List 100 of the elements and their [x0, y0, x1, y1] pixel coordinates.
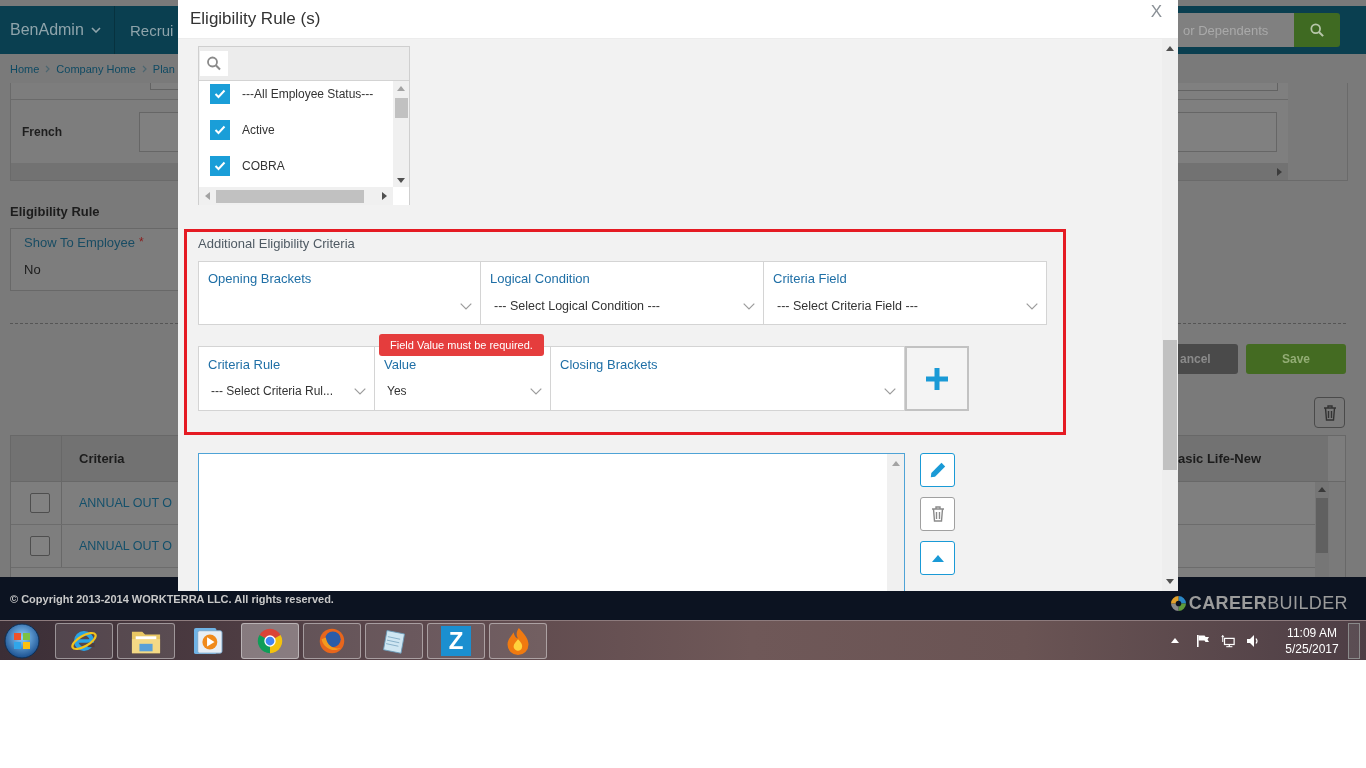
field-label: Show To Employee	[24, 235, 136, 250]
copyright-text: © Copyright 2013-2014 WORKTERRA LLC. All rights reserved.	[10, 592, 334, 605]
taskbar-button[interactable]	[365, 622, 423, 659]
start-button[interactable]	[2, 621, 42, 660]
chevron-down-icon	[460, 302, 472, 310]
delete-button[interactable]	[1314, 397, 1345, 428]
logo-text: CAREERBUILDER	[1188, 593, 1348, 614]
show-desktop-button[interactable]	[1348, 622, 1360, 659]
chevron-down-icon	[743, 302, 755, 310]
edit-button[interactable]	[920, 453, 955, 487]
checkbox[interactable]	[210, 84, 230, 104]
vertical-scrollbar[interactable]	[1315, 482, 1329, 577]
scroll-right-icon[interactable]	[382, 192, 387, 200]
section-title: Eligibility Rule	[10, 204, 101, 219]
checkbox[interactable]	[30, 536, 50, 556]
field-label: Value	[383, 356, 418, 372]
chevron-down-icon	[1026, 302, 1038, 310]
scrollbar-corner	[393, 187, 409, 205]
taskbar-button[interactable]	[241, 622, 299, 659]
required-marker: *	[139, 235, 144, 250]
field-value: No	[24, 262, 42, 277]
taskbar-button[interactable]	[117, 622, 175, 659]
breadcrumb-link[interactable]: Plan	[152, 62, 175, 75]
field-label: Criteria Rule	[207, 356, 282, 372]
fox-globe-icon	[317, 626, 347, 655]
field-label: Opening Brackets	[207, 270, 313, 286]
taskbar-button[interactable]	[489, 622, 547, 659]
dropdown-field[interactable]: --- Select Criteria Field ---	[764, 296, 1046, 316]
chevron-down-icon	[884, 387, 896, 395]
trash-icon	[929, 506, 946, 522]
breadcrumb-link[interactable]: Home	[10, 62, 40, 75]
scroll-down-icon[interactable]	[397, 178, 405, 183]
taskbar-button[interactable]: Z	[427, 622, 485, 659]
dropdown-field[interactable]: Yes	[375, 381, 550, 401]
option-label[interactable]: Active	[242, 123, 275, 137]
vertical-scrollbar[interactable]	[393, 81, 409, 187]
delete-button[interactable]	[920, 497, 955, 531]
section-title: Additional Eligibility Criteria	[198, 236, 356, 251]
text-field[interactable]	[1178, 83, 1278, 91]
close-button[interactable]: X	[1148, 2, 1164, 22]
field-label: Logical Condition	[489, 270, 591, 286]
field-label: Closing Brackets	[559, 356, 659, 372]
criteria-link[interactable]: ANNUAL OUT O	[62, 482, 173, 524]
speaker-icon[interactable]	[1246, 633, 1260, 648]
text-field[interactable]	[139, 111, 178, 152]
error-tooltip: Field Value must be required.	[379, 334, 544, 356]
checkmark-icon	[214, 89, 226, 99]
scroll-left-icon[interactable]	[205, 192, 210, 200]
segmented-circle-icon	[255, 626, 285, 655]
chevron-down-icon	[530, 387, 542, 395]
scroll-up-icon[interactable]	[1166, 46, 1174, 51]
horizontal-scrollbar[interactable]	[199, 187, 393, 205]
checkbox[interactable]	[210, 120, 230, 140]
scroll-thumb[interactable]	[1163, 340, 1177, 470]
nav-menu-item[interactable]: Recrui	[115, 6, 174, 54]
search-button[interactable]	[1294, 13, 1340, 47]
chevron-right-icon	[45, 64, 51, 73]
taskbar-button[interactable]	[303, 622, 361, 659]
checkbox[interactable]	[210, 156, 230, 176]
move-up-button[interactable]	[920, 541, 955, 575]
checkbox[interactable]	[30, 493, 50, 513]
scroll-thumb[interactable]	[394, 98, 408, 118]
save-button[interactable]: Save	[1246, 344, 1346, 374]
nav-menu-item[interactable]: BenAdmin	[0, 6, 115, 54]
cancel-button[interactable]: ancel	[1178, 344, 1238, 374]
text-field[interactable]	[150, 83, 178, 90]
app-logo: Z	[441, 625, 471, 656]
column-header[interactable]: asic Life-New	[1178, 436, 1328, 481]
field-label: Criteria Field	[772, 270, 848, 286]
plus-icon	[926, 367, 948, 390]
checkmark-icon	[214, 125, 226, 135]
dropdown-field[interactable]: --- Select Criteria Rul...	[199, 381, 374, 401]
chevron-right-icon	[141, 64, 147, 73]
triangle-up-icon	[931, 554, 944, 562]
horizontal-scrollbar[interactable]	[1178, 163, 1288, 180]
scroll-thumb[interactable]	[1316, 498, 1328, 553]
vertical-scrollbar[interactable]	[887, 454, 904, 591]
tray-expand-icon[interactable]	[1171, 638, 1179, 643]
clock-date[interactable]: 5/25/2017	[1285, 640, 1339, 657]
flag-icon[interactable]	[1196, 633, 1210, 648]
scroll-thumb[interactable]	[216, 189, 364, 203]
add-button[interactable]	[905, 346, 969, 411]
option-label[interactable]: COBRA	[242, 159, 285, 173]
breadcrumb-link[interactable]: Company Home	[56, 62, 136, 75]
option-label[interactable]: ---All Employee Status---	[242, 87, 374, 101]
dropdown-field[interactable]: --- Select Logical Condition ---	[481, 296, 763, 316]
trash-icon	[1322, 404, 1337, 421]
checkmark-icon	[214, 161, 226, 171]
horizontal-scrollbar[interactable]	[11, 163, 178, 180]
search-icon	[200, 51, 228, 76]
taskbar-button[interactable]	[55, 622, 113, 659]
network-icon[interactable]	[1221, 633, 1235, 648]
scroll-down-icon[interactable]	[1166, 579, 1174, 584]
text-field[interactable]	[1178, 111, 1277, 152]
modal-title: Eligibility Rule (s)	[190, 9, 321, 29]
logo-mark-icon	[1170, 596, 1186, 611]
clock-time[interactable]: 11:09 AM	[1287, 624, 1337, 641]
criteria-link[interactable]: ANNUAL OUT O	[62, 525, 173, 567]
vertical-scrollbar[interactable]	[1162, 39, 1178, 591]
play-tile-icon	[193, 626, 223, 655]
